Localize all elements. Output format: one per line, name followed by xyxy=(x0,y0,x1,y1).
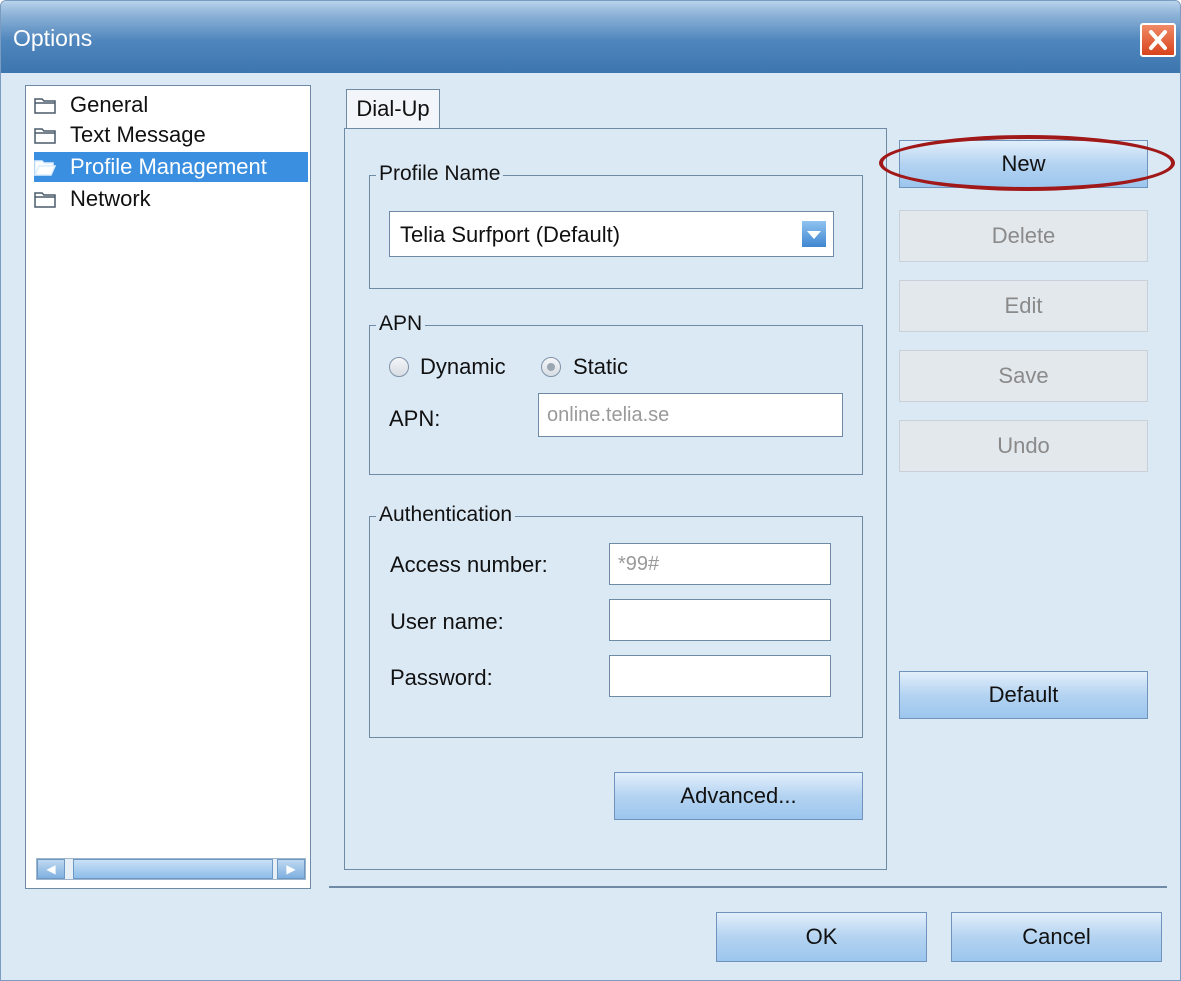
group-label: Profile Name xyxy=(376,162,504,186)
arrow-right-icon[interactable]: ▶ xyxy=(277,859,305,879)
window-title: Options xyxy=(13,25,93,51)
scrollbar-thumb[interactable] xyxy=(73,859,273,879)
dropdown-button[interactable] xyxy=(801,220,827,248)
tree-item-general[interactable]: General xyxy=(34,90,148,120)
close-button[interactable] xyxy=(1140,23,1176,57)
profile-select[interactable]: Telia Surfport (Default) xyxy=(389,211,834,257)
delete-button[interactable]: Delete xyxy=(899,210,1148,262)
folder-icon xyxy=(34,128,56,144)
footer-separator xyxy=(329,886,1167,888)
password-input[interactable] xyxy=(609,655,831,697)
default-button[interactable]: Default xyxy=(899,671,1148,719)
advanced-button[interactable]: Advanced... xyxy=(614,772,863,820)
access-number-label: Access number: xyxy=(390,552,548,577)
close-icon xyxy=(1149,30,1167,50)
static-radio[interactable] xyxy=(541,357,561,377)
tab-dial-up[interactable]: Dial-Up xyxy=(346,89,440,129)
tree-item-label: General xyxy=(70,92,149,117)
tree-item-network[interactable]: Network xyxy=(34,184,151,214)
dynamic-radio-label[interactable]: Dynamic xyxy=(420,354,506,380)
save-button[interactable]: Save xyxy=(899,350,1148,402)
options-dialog: Options General Text Message Profile Man… xyxy=(0,0,1181,981)
user-name-input[interactable] xyxy=(609,599,831,641)
apn-field-label: APN: xyxy=(389,406,441,431)
profile-select-value: Telia Surfport (Default) xyxy=(400,222,621,247)
password-label: Password: xyxy=(390,665,493,690)
tree-item-label: Network xyxy=(70,186,151,211)
static-radio-label[interactable]: Static xyxy=(573,354,628,380)
group-label: APN xyxy=(376,312,426,336)
title-bar[interactable]: Options xyxy=(1,1,1180,73)
cancel-button[interactable]: Cancel xyxy=(951,912,1162,962)
ok-button[interactable]: OK xyxy=(716,912,927,962)
edit-button[interactable]: Edit xyxy=(899,280,1148,332)
new-button[interactable]: New xyxy=(899,140,1148,188)
group-label: Authentication xyxy=(376,503,516,527)
tree-item-label: Text Message xyxy=(70,122,206,147)
folder-icon xyxy=(34,98,56,114)
arrow-left-icon[interactable]: ◀ xyxy=(37,859,65,879)
category-tree[interactable]: General Text Message Profile Management … xyxy=(25,85,311,889)
horizontal-scrollbar[interactable]: ◀ ▶ xyxy=(36,858,306,880)
tree-item-profile-management[interactable]: Profile Management xyxy=(34,152,308,182)
access-number-input[interactable]: *99# xyxy=(609,543,831,585)
folder-icon xyxy=(34,192,56,208)
tree-item-label: Profile Management xyxy=(70,154,267,179)
dynamic-radio[interactable] xyxy=(389,357,409,377)
undo-button[interactable]: Undo xyxy=(899,420,1148,472)
folder-open-icon xyxy=(34,160,56,176)
tree-item-text-message[interactable]: Text Message xyxy=(34,120,206,150)
apn-input[interactable]: online.telia.se xyxy=(538,393,843,437)
chevron-down-icon xyxy=(807,231,821,239)
user-name-label: User name: xyxy=(390,609,504,634)
